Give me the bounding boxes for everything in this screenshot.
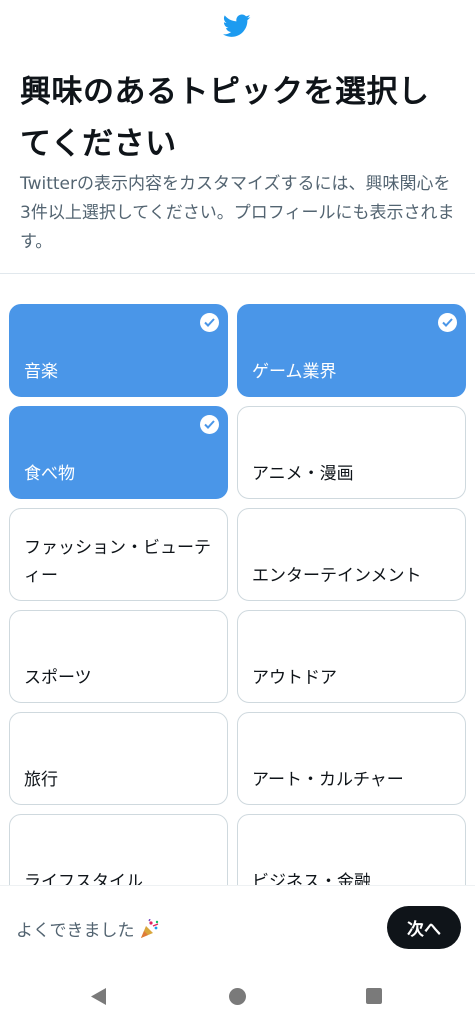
- progress-message: よくできました: [16, 916, 161, 941]
- topic-label: アウトドア: [252, 668, 337, 688]
- topic-card[interactable]: アウトドア: [237, 610, 466, 703]
- back-triangle-icon[interactable]: [91, 988, 107, 1005]
- home-circle-icon[interactable]: [229, 988, 246, 1005]
- topic-label: アニメ・漫画: [252, 464, 354, 484]
- system-navigation-bar: [0, 969, 475, 1024]
- page-description: Twitterの表示内容をカスタマイズするには、興味関心を3件以上選択してくださ…: [20, 174, 455, 252]
- topic-card[interactable]: 旅行: [9, 712, 228, 805]
- page-title: 興味のあるトピックを選択してください: [20, 74, 430, 162]
- recent-square-icon[interactable]: [366, 988, 382, 1004]
- topic-card[interactable]: ゲーム業界: [237, 304, 466, 397]
- topic-label: エンターテインメント: [252, 566, 422, 586]
- top-bar: [0, 0, 475, 50]
- topic-label: ファッション・ビューティー: [24, 538, 211, 586]
- topic-label: スポーツ: [24, 668, 92, 688]
- progress-text: よくできました: [16, 921, 135, 941]
- topic-grid: 音楽 ゲーム業界食べ物 アニメ・漫画ファッション・ビューティーエンターテインメントス…: [9, 304, 466, 885]
- topic-label: ライフスタイル: [24, 872, 143, 885]
- topic-label: アート・カルチャー: [252, 770, 404, 790]
- twitter-bird-icon: [223, 14, 251, 37]
- next-button[interactable]: 次へ: [387, 906, 461, 949]
- topic-card[interactable]: 食べ物: [9, 406, 228, 499]
- topic-label: ビジネス・金融: [252, 872, 371, 885]
- topic-label: 音楽: [24, 362, 58, 382]
- topic-label: 旅行: [24, 770, 58, 790]
- topic-label: ゲーム業界: [252, 362, 337, 382]
- checkmark-icon: [200, 313, 219, 332]
- topic-card[interactable]: ライフスタイル: [9, 814, 228, 885]
- topic-card[interactable]: 音楽: [9, 304, 228, 397]
- topic-card[interactable]: ファッション・ビューティー: [9, 508, 228, 601]
- party-popper-icon: [140, 919, 158, 938]
- checkmark-icon: [438, 313, 457, 332]
- bottom-bar: よくできました 次へ: [0, 885, 475, 969]
- topic-list[interactable]: 音楽 ゲーム業界食べ物 アニメ・漫画ファッション・ビューティーエンターテインメントス…: [0, 274, 475, 885]
- topic-card[interactable]: エンターテインメント: [237, 508, 466, 601]
- topic-label: 食べ物: [24, 464, 75, 484]
- topic-card[interactable]: ビジネス・金融: [237, 814, 466, 885]
- topic-card[interactable]: アニメ・漫画: [237, 406, 466, 499]
- topic-card[interactable]: アート・カルチャー: [237, 712, 466, 805]
- topic-card[interactable]: スポーツ: [9, 610, 228, 703]
- checkmark-icon: [200, 415, 219, 434]
